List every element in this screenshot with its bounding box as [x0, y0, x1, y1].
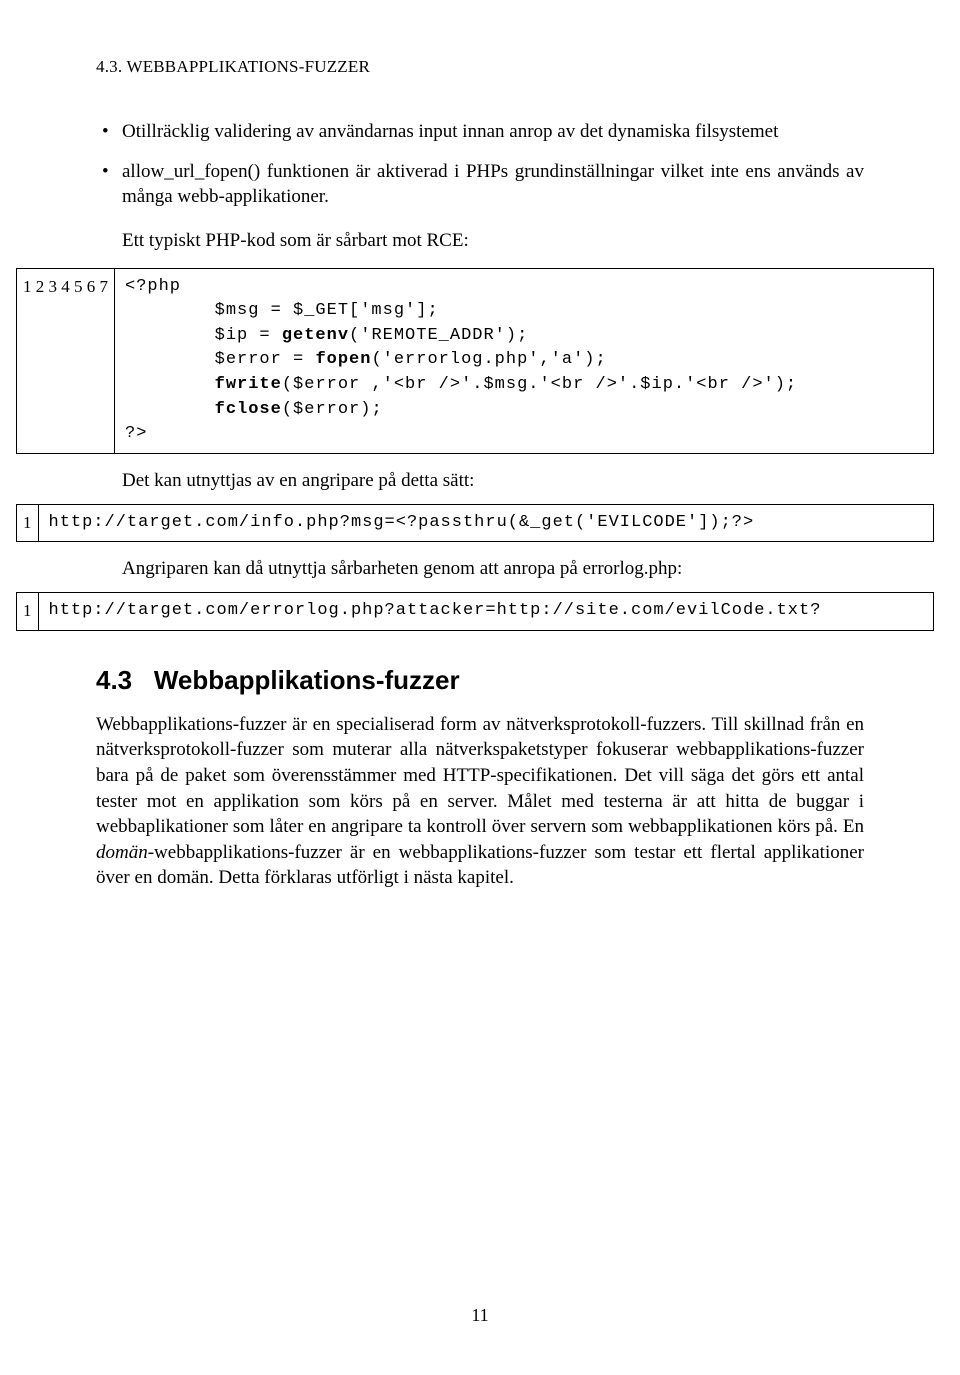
- page-header: 4.3. WEBBAPPLIKATIONS-FUZZER: [96, 56, 864, 79]
- section-body: Webbapplikations-fuzzer är en specialise…: [96, 712, 864, 891]
- code-content: http://target.com/info.php?msg=<?passthr…: [39, 505, 934, 542]
- code-gutter: 1: [17, 593, 39, 630]
- body-pre: Webbapplikations-fuzzer är en specialise…: [96, 714, 864, 838]
- section-title: Webbapplikations-fuzzer: [154, 665, 460, 695]
- section-number: 4.3: [96, 665, 132, 695]
- page-number: 11: [0, 1303, 960, 1327]
- code-block-php: 1 2 3 4 5 6 7 <?php $msg = $_GET['msg'];…: [16, 268, 934, 454]
- after-code-text: Angriparen kan då utnyttja sårbarheten g…: [122, 556, 864, 582]
- code-block-url2: 1 http://target.com/errorlog.php?attacke…: [16, 592, 934, 631]
- code-gutter: 1: [17, 505, 39, 542]
- bullet-item: allow_url_fopen() funktionen är aktivera…: [96, 159, 864, 210]
- body-post: -webbapplikations-fuzzer är en webbappli…: [96, 842, 864, 889]
- section-heading: 4.3 Webbapplikations-fuzzer: [96, 663, 864, 698]
- code-block-url1: 1 http://target.com/info.php?msg=<?passt…: [16, 504, 934, 543]
- bullet-list: Otillräcklig validering av användarnas i…: [96, 119, 864, 210]
- code-gutter: 1 2 3 4 5 6 7: [17, 269, 115, 453]
- body-italic: domän: [96, 842, 148, 863]
- page: 4.3. WEBBAPPLIKATIONS-FUZZER Otillräckli…: [0, 0, 960, 1375]
- intro-text: Ett typiskt PHP-kod som är sårbart mot R…: [122, 228, 864, 254]
- code-content: <?php $msg = $_GET['msg']; $ip = getenv(…: [115, 269, 933, 453]
- after-code-text: Det kan utnyttjas av en angripare på det…: [122, 468, 864, 494]
- code-content: http://target.com/errorlog.php?attacker=…: [39, 593, 934, 630]
- bullet-item: Otillräcklig validering av användarnas i…: [96, 119, 864, 145]
